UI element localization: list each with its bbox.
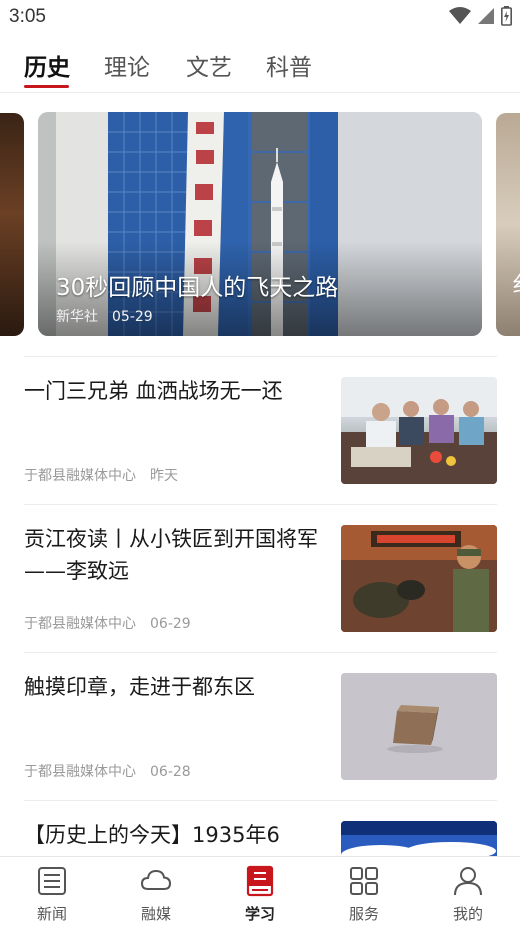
nav-item-services[interactable]: 服务 [312, 857, 416, 926]
news-meta: 于都县融媒体中心 06-28 [24, 761, 191, 781]
banner-carousel[interactable]: 30秒回顾中国人的飞天之路 新华社 05-29 纟 [0, 112, 520, 336]
list-item[interactable]: 触摸印章，走进于都东区 于都县融媒体中心 06-28 [24, 652, 497, 800]
news-thumbnail [341, 673, 497, 780]
banner-source: 新华社 [56, 309, 98, 325]
list-item[interactable]: 一门三兄弟 血洒战场无一还 于都县融媒体中心 昨天 [24, 356, 497, 504]
tab-arts[interactable]: 文艺 [186, 48, 232, 82]
signal-icon [478, 8, 494, 24]
news-date: 昨天 [150, 468, 178, 484]
user-icon [454, 867, 482, 896]
nav-item-media[interactable]: 融媒 [104, 857, 208, 926]
banner-meta: 新华社 05-29 [56, 306, 153, 326]
banner-date: 05-29 [112, 309, 153, 325]
nav-label: 我的 [452, 905, 483, 923]
nav-item-study[interactable]: 学习 [208, 857, 312, 926]
news-date: 06-28 [150, 764, 191, 780]
nav-label: 融媒 [140, 905, 171, 923]
news-title: 贡江夜读丨从小铁匠到开国将军——李致远 [24, 527, 318, 583]
tab-history[interactable]: 历史 [24, 48, 70, 82]
battery-icon [501, 6, 512, 26]
nav-item-profile[interactable]: 我的 [416, 857, 520, 926]
news-date: 06-29 [150, 616, 191, 632]
news-source: 于都县融媒体中心 [24, 764, 136, 780]
news-thumbnail [341, 525, 497, 632]
banner-peek-next[interactable]: 纟 [496, 113, 520, 336]
news-source: 于都县融媒体中心 [24, 468, 136, 484]
nav-label: 新闻 [36, 905, 67, 923]
nav-item-news[interactable]: 新闻 [0, 857, 104, 926]
news-list: 一门三兄弟 血洒战场无一还 于都县融媒体中心 昨天 贡江夜读丨从小铁匠到开国将军—… [24, 356, 497, 926]
news-title: 触摸印章，走进于都东区 [24, 675, 255, 699]
wifi-icon [449, 7, 471, 24]
active-tab-indicator [24, 85, 69, 88]
news-title: 一门三兄弟 血洒战场无一还 [24, 379, 283, 403]
status-bar: 3:05 [0, 0, 520, 34]
news-meta: 于都县融媒体中心 昨天 [24, 465, 178, 485]
news-title: 【历史上的今天】1935年6 [24, 823, 280, 847]
list-item[interactable]: 贡江夜读丨从小铁匠到开国将军——李致远 于都县融媒体中心 06-29 [24, 504, 497, 652]
nav-label: 学习 [244, 905, 275, 923]
cloud-icon [140, 869, 172, 890]
news-thumbnail [341, 377, 497, 484]
banner-peek-text: 纟 [512, 267, 520, 299]
book-icon [246, 865, 274, 897]
grid-icon [350, 867, 378, 895]
nav-label: 服务 [348, 905, 379, 923]
bottom-navigation: 新闻 融媒 学习 服务 我的 [0, 856, 520, 926]
news-meta: 于都县融媒体中心 06-29 [24, 613, 191, 633]
news-list-icon [38, 867, 66, 895]
banner-card[interactable]: 30秒回顾中国人的飞天之路 新华社 05-29 [38, 112, 482, 336]
news-source: 于都县融媒体中心 [24, 616, 136, 632]
status-time: 3:05 [9, 6, 46, 27]
tab-science[interactable]: 科普 [266, 48, 312, 82]
banner-peek-previous[interactable] [0, 113, 24, 336]
banner-title: 30秒回顾中国人的飞天之路 [56, 275, 339, 301]
category-tabs: 历史 理论 文艺 科普 [0, 36, 520, 93]
status-icons [449, 6, 512, 26]
tab-theory[interactable]: 理论 [104, 48, 150, 82]
